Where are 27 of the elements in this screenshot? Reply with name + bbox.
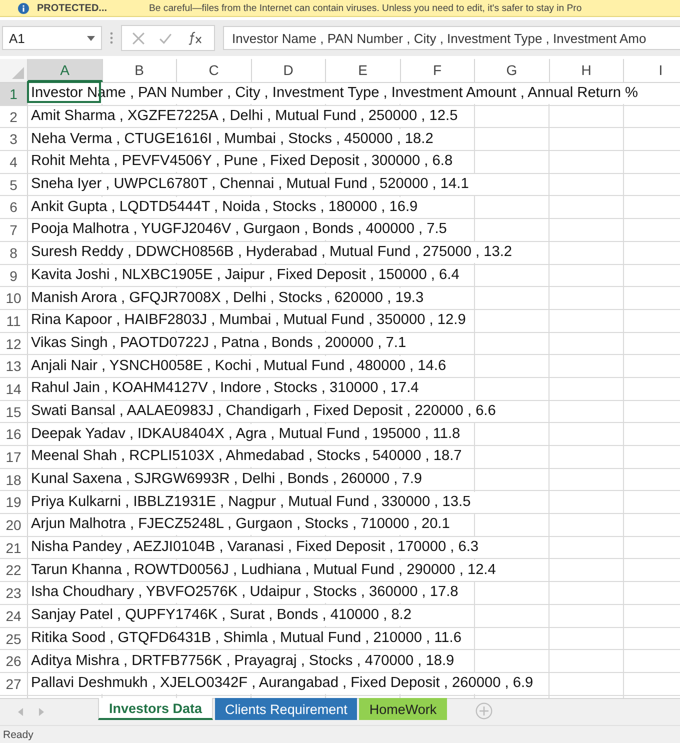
scroll-left-icon[interactable]	[18, 708, 24, 716]
column-header[interactable]: F	[400, 59, 475, 82]
caret-icon	[87, 36, 95, 40]
sheet-tab[interactable]: HomeWork	[359, 698, 447, 720]
protected-view-label: PROTECTED...	[37, 2, 108, 14]
column-header[interactable]: C	[177, 59, 252, 82]
grip-icon	[110, 32, 113, 44]
row-header[interactable]: 1	[0, 83, 28, 105]
insert-function-button[interactable]	[186, 31, 204, 45]
column-header[interactable]: E	[326, 59, 400, 82]
name-box[interactable]: A1	[2, 26, 102, 50]
column-header[interactable]: H	[550, 59, 624, 82]
column-header[interactable]: A	[28, 59, 102, 82]
column-header[interactable]: G	[475, 59, 550, 82]
select-all-icon[interactable]	[12, 67, 24, 79]
scroll-right-icon[interactable]	[38, 708, 44, 716]
add-sheet-icon[interactable]	[474, 702, 493, 720]
formula-field[interactable]: Investor Name , PAN Number , City , Investment Type , Investment Amo	[223, 26, 680, 50]
column-header[interactable]: I	[624, 59, 680, 82]
enter-button[interactable]	[159, 32, 172, 44]
sheet-tab[interactable]: Clients Requirement	[215, 698, 358, 720]
column-header[interactable]: D	[252, 59, 326, 82]
info-icon	[18, 2, 29, 14]
column-header[interactable]: B	[102, 59, 177, 82]
sheet-tab[interactable]: Investors Data	[98, 698, 214, 720]
status-text: Ready	[3, 728, 34, 740]
protected-view-message: Be careful—files from the Internet can contain viruses. Unless you need to edit, it's safer to stay in Pro	[149, 2, 582, 14]
